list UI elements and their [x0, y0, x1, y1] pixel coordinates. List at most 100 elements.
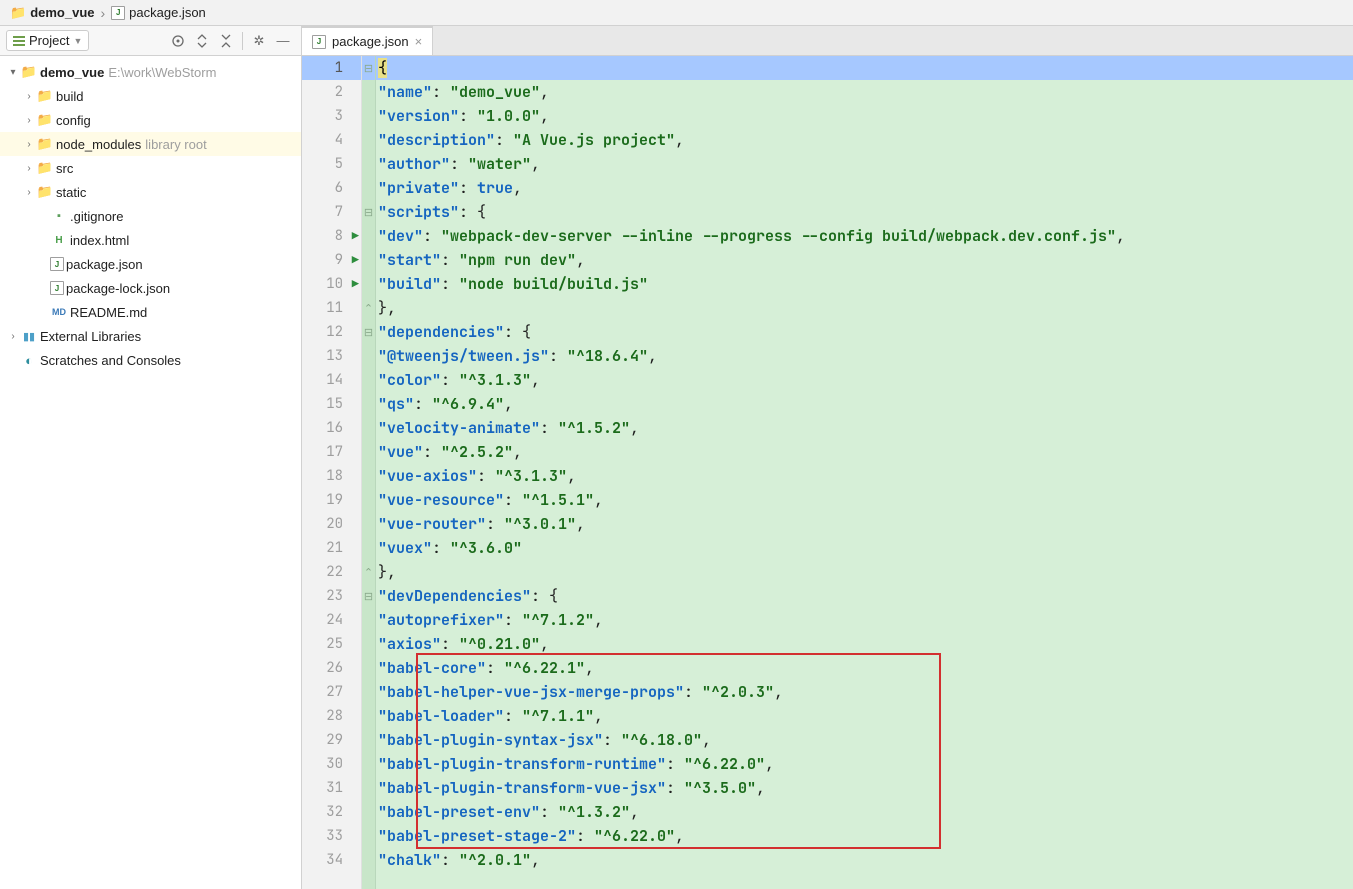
gutter-line[interactable]: 29: [302, 728, 361, 752]
fold-marker[interactable]: [362, 272, 375, 296]
gutter-line[interactable]: 18: [302, 464, 361, 488]
fold-marker[interactable]: [362, 80, 375, 104]
fold-marker[interactable]: ⊟: [362, 320, 375, 344]
fold-marker[interactable]: [362, 416, 375, 440]
gutter-line[interactable]: 26: [302, 656, 361, 680]
code-line[interactable]: "start": "npm run dev",: [376, 248, 1353, 272]
code-line[interactable]: "devDependencies": {: [376, 584, 1353, 608]
fold-marker[interactable]: [362, 392, 375, 416]
gutter-line[interactable]: 15: [302, 392, 361, 416]
gutter-line[interactable]: 6: [302, 176, 361, 200]
fold-marker[interactable]: [362, 680, 375, 704]
fold-marker[interactable]: [362, 512, 375, 536]
code-line[interactable]: "vue-resource": "^1.5.1",: [376, 488, 1353, 512]
code-line[interactable]: "axios": "^0.21.0",: [376, 632, 1353, 656]
gutter-line[interactable]: 33: [302, 824, 361, 848]
gutter-line[interactable]: 7: [302, 200, 361, 224]
tree-folder-src[interactable]: ›📁src: [0, 156, 301, 180]
tree-folder-build[interactable]: ›📁build: [0, 84, 301, 108]
gutter-line[interactable]: 31: [302, 776, 361, 800]
editor-body[interactable]: 12345678▶9▶10▶11121314151617181920212223…: [302, 56, 1353, 889]
fold-marker[interactable]: [362, 632, 375, 656]
code-line[interactable]: "babel-loader": "^7.1.1",: [376, 704, 1353, 728]
gutter-line[interactable]: 12: [302, 320, 361, 344]
tree-root[interactable]: ▾ 📁 demo_vue E:\work\WebStorm: [0, 60, 301, 84]
project-view-dropdown[interactable]: Project ▼: [6, 30, 89, 51]
fold-marker[interactable]: [362, 848, 375, 872]
fold-marker[interactable]: [362, 656, 375, 680]
fold-marker[interactable]: [362, 824, 375, 848]
tree-file[interactable]: package.json: [0, 252, 301, 276]
fold-marker[interactable]: ⌃: [362, 560, 375, 584]
chevron-right-icon[interactable]: ›: [22, 115, 36, 126]
code-line[interactable]: "author": "water",: [376, 152, 1353, 176]
fold-marker[interactable]: [362, 488, 375, 512]
gutter-line[interactable]: 5: [302, 152, 361, 176]
code-line[interactable]: "vue": "^2.5.2",: [376, 440, 1353, 464]
code-line[interactable]: "private": true,: [376, 176, 1353, 200]
locate-icon[interactable]: [166, 29, 190, 53]
gutter-line[interactable]: 20: [302, 512, 361, 536]
code-line[interactable]: "name": "demo_vue",: [376, 80, 1353, 104]
run-icon[interactable]: ▶: [352, 276, 359, 292]
gutter-line[interactable]: 22: [302, 560, 361, 584]
gutter-line[interactable]: 4: [302, 128, 361, 152]
gutter-line[interactable]: 14: [302, 368, 361, 392]
tree-folder-static[interactable]: ›📁static: [0, 180, 301, 204]
fold-marker[interactable]: [362, 800, 375, 824]
gutter-line[interactable]: 17: [302, 440, 361, 464]
code-line[interactable]: "babel-preset-stage-2": "^6.22.0",: [376, 824, 1353, 848]
fold-marker[interactable]: [362, 344, 375, 368]
code-line[interactable]: "chalk": "^2.0.1",: [376, 848, 1353, 872]
code-line[interactable]: "vue-axios": "^3.1.3",: [376, 464, 1353, 488]
code-line[interactable]: "velocity-animate": "^1.5.2",: [376, 416, 1353, 440]
fold-marker[interactable]: ⊟: [362, 56, 375, 80]
code-line[interactable]: {: [376, 56, 1353, 80]
tab-package-json[interactable]: package.json ×: [302, 26, 433, 55]
fold-marker[interactable]: [362, 536, 375, 560]
gutter-line[interactable]: 16: [302, 416, 361, 440]
gutter-line[interactable]: 23: [302, 584, 361, 608]
gutter-line[interactable]: 11: [302, 296, 361, 320]
breadcrumb-root[interactable]: 📁 demo_vue: [6, 5, 99, 21]
fold-marker[interactable]: ⊟: [362, 200, 375, 224]
run-icon[interactable]: ▶: [352, 228, 359, 244]
code-line[interactable]: },: [376, 296, 1353, 320]
gutter-line[interactable]: 30: [302, 752, 361, 776]
code-line[interactable]: "babel-preset-env": "^1.3.2",: [376, 800, 1353, 824]
code-line[interactable]: "qs": "^6.9.4",: [376, 392, 1353, 416]
code-area[interactable]: { "name": "demo_vue", "version": "1.0.0"…: [376, 56, 1353, 889]
fold-marker[interactable]: [362, 248, 375, 272]
gutter-line[interactable]: 21: [302, 536, 361, 560]
fold-marker[interactable]: [362, 752, 375, 776]
fold-marker[interactable]: [362, 224, 375, 248]
project-tree[interactable]: ▾ 📁 demo_vue E:\work\WebStorm ›📁build›📁c…: [0, 56, 301, 889]
code-line[interactable]: "vue-router": "^3.0.1",: [376, 512, 1353, 536]
close-icon[interactable]: ×: [415, 34, 423, 49]
code-line[interactable]: "babel-core": "^6.22.1",: [376, 656, 1353, 680]
code-line[interactable]: "scripts": {: [376, 200, 1353, 224]
gutter-line[interactable]: 34: [302, 848, 361, 872]
code-line[interactable]: "vuex": "^3.6.0": [376, 536, 1353, 560]
fold-marker[interactable]: [362, 608, 375, 632]
chevron-right-icon[interactable]: ›: [6, 331, 20, 342]
gutter-line[interactable]: 32: [302, 800, 361, 824]
fold-marker[interactable]: [362, 776, 375, 800]
fold-column[interactable]: ⊟⊟⌃⊟⌃⊟: [362, 56, 376, 889]
gutter-line[interactable]: 27: [302, 680, 361, 704]
fold-marker[interactable]: ⌃: [362, 296, 375, 320]
fold-marker[interactable]: [362, 368, 375, 392]
chevron-right-icon[interactable]: ›: [22, 139, 36, 150]
fold-marker[interactable]: [362, 152, 375, 176]
gutter-line[interactable]: 28: [302, 704, 361, 728]
scratches-consoles[interactable]: ◐ Scratches and Consoles: [0, 348, 301, 372]
fold-marker[interactable]: [362, 176, 375, 200]
code-line[interactable]: },: [376, 560, 1353, 584]
chevron-right-icon[interactable]: ›: [22, 187, 36, 198]
gutter-line[interactable]: 19: [302, 488, 361, 512]
fold-marker[interactable]: [362, 728, 375, 752]
code-line[interactable]: "babel-helper-vue-jsx-merge-props": "^2.…: [376, 680, 1353, 704]
tree-folder-node_modules[interactable]: ›📁node_moduleslibrary root: [0, 132, 301, 156]
gutter-line[interactable]: 9▶: [302, 248, 361, 272]
code-line[interactable]: "version": "1.0.0",: [376, 104, 1353, 128]
